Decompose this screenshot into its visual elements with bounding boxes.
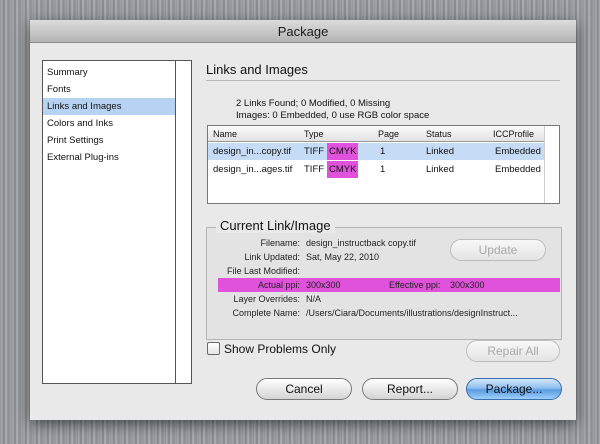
cell-icc-profile: Embedded [495, 146, 541, 157]
table-scrollbar[interactable] [544, 126, 559, 203]
complete-name-value: /Users/Ciara/Documents/illustrations/des… [306, 308, 518, 318]
cancel-button[interactable]: Cancel [256, 378, 352, 400]
column-header-type[interactable]: Type [304, 126, 324, 142]
cell-color-mode: CMYK [327, 161, 359, 178]
category-list-scrollbar[interactable] [176, 61, 191, 383]
sidebar-item-links-and-images[interactable]: Links and Images [43, 98, 175, 115]
show-problems-checkbox[interactable] [207, 342, 220, 355]
show-problems-label[interactable]: Show Problems Only [224, 342, 336, 356]
section-title: Links and Images [206, 62, 308, 77]
cell-name: design_in...copy.tif [213, 146, 291, 157]
table-header: Name Type Page Status ICCProfile [208, 126, 544, 142]
sidebar-item-external-plugins[interactable]: External Plug-ins [43, 149, 175, 166]
cell-type: TIFF [304, 164, 325, 175]
cell-color-mode: CMYK [327, 143, 359, 160]
package-dialog: Package Summary Fonts Links and Images C… [30, 20, 576, 420]
sidebar-item-print-settings[interactable]: Print Settings [43, 132, 175, 149]
sidebar-item-summary[interactable]: Summary [43, 64, 175, 81]
actual-ppi-value: 300x300 [306, 280, 341, 290]
filename-value: design_instructback copy.tif [306, 238, 416, 248]
cell-page: 1 [380, 164, 386, 175]
window-title: Package [30, 20, 576, 43]
column-header-status[interactable]: Status [426, 126, 452, 142]
section-divider [206, 80, 560, 81]
package-button[interactable]: Package... [466, 378, 562, 400]
images-summary: Images: 0 Embedded, 0 use RGB color spac… [236, 110, 430, 121]
effective-ppi-label: Effective ppi: [389, 280, 441, 290]
repair-all-button[interactable]: Repair All [466, 340, 560, 362]
column-header-name[interactable]: Name [213, 126, 237, 142]
cell-name: design_in...ages.tif [213, 164, 293, 175]
table-row[interactable]: design_in...ages.tif TIFF CMYK 1 Linked … [208, 161, 544, 178]
cell-page: 1 [380, 146, 386, 157]
column-header-page[interactable]: Page [378, 126, 399, 142]
sidebar-item-fonts[interactable]: Fonts [43, 81, 175, 98]
layer-overrides-label: Layer Overrides: [233, 294, 300, 304]
column-header-icc-profile[interactable]: ICCProfile [493, 126, 534, 142]
category-list-items: Summary Fonts Links and Images Colors an… [43, 61, 176, 383]
table-row[interactable]: design_in...copy.tif TIFF CMYK 1 Linked … [208, 143, 544, 160]
cell-status: Linked [426, 146, 454, 157]
category-list: Summary Fonts Links and Images Colors an… [42, 60, 192, 384]
cell-status: Linked [426, 164, 454, 175]
sidebar-item-colors-and-inks[interactable]: Colors and Inks [43, 115, 175, 132]
link-updated-value: Sat, May 22, 2010 [306, 252, 380, 262]
links-summary: 2 Links Found; 0 Modified, 0 Missing [236, 98, 391, 109]
link-updated-label: Link Updated: [244, 252, 300, 262]
report-button[interactable]: Report... [362, 378, 458, 400]
links-table: Name Type Page Status ICCProfile design_… [207, 125, 560, 204]
effective-ppi-value: 300x300 [450, 280, 485, 290]
actual-ppi-label: Actual ppi: [257, 280, 300, 290]
complete-name-label: Complete Name: [232, 308, 300, 318]
layer-overrides-value: N/A [306, 294, 322, 304]
current-link-title: Current Link/Image [216, 218, 335, 233]
filename-label: Filename: [260, 238, 300, 248]
update-button[interactable]: Update [450, 239, 546, 261]
cell-type: TIFF [304, 146, 325, 157]
file-last-modified-label: File Last Modified: [226, 266, 300, 276]
cell-icc-profile: Embedded [495, 164, 541, 175]
